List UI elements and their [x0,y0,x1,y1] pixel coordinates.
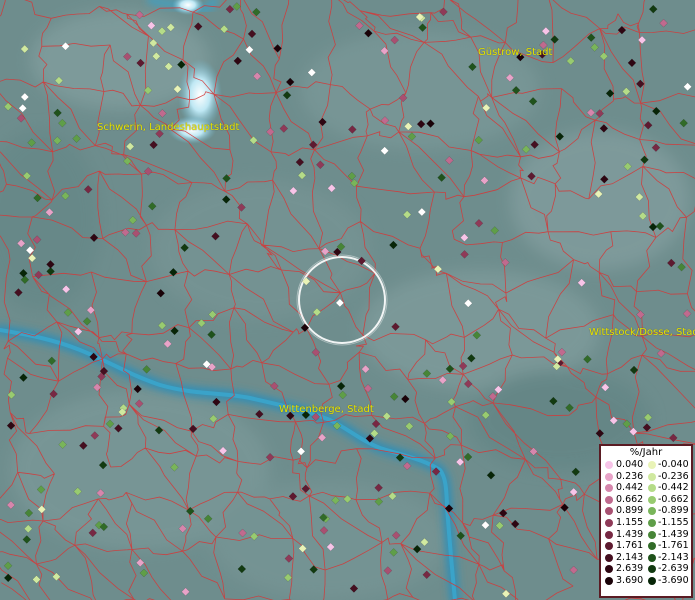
legend-value: -0.662 [658,493,689,505]
legend-row: 1.155 -1.155 [601,517,691,529]
legend-value: 2.639 [616,563,644,575]
map-view[interactable]: Güstrow, Stadt Schwerin, Landeshauptstad… [0,0,695,600]
legend-swatch [605,484,613,493]
legend-row: 3.690 -3.690 [601,575,691,587]
legend-row: 0.040 -0.040 [601,459,691,471]
city-label-wittstock: Wittstock/Dosse, Stadt [589,327,695,338]
legend-value: 0.236 [616,470,644,482]
legend-row: 0.236 -0.236 [601,471,691,483]
city-label-schwerin: Schwerin, Landeshauptstadt [97,122,240,133]
legend-value: -2.143 [658,551,689,563]
legend-swatch [605,542,613,551]
legend-swatch [605,472,613,481]
legend-swatch [648,530,656,539]
legend-row: 2.143 -2.143 [601,552,691,564]
legend-value: 0.662 [616,493,644,505]
legend-swatch [648,461,656,469]
legend-swatch [605,530,613,539]
city-label-wittenberge: Wittenberge, Stadt [279,404,374,415]
legend-row: 1.761 -1.761 [601,540,691,552]
legend-swatch [605,576,613,585]
map-legend: %/Jahr 0.040 -0.040 0.236 -0.236 0.442 -0.442… [599,444,693,598]
legend-value: 0.040 [616,459,644,470]
legend-value: -0.442 [658,482,689,494]
legend-row: 2.639 -2.639 [601,563,691,575]
legend-row: 0.899 -0.899 [601,505,691,517]
legend-swatch [648,542,656,551]
legend-swatch [648,518,656,527]
legend-swatch [648,553,656,562]
city-label-guestrow: Güstrow, Stadt [478,47,553,58]
map-canvas[interactable] [0,0,695,600]
legend-value: -0.236 [658,470,689,482]
legend-swatch [605,565,613,574]
legend-value: 1.761 [616,540,644,552]
legend-row: 0.442 -0.442 [601,482,691,494]
legend-value: 3.690 [616,574,644,586]
legend-value: 2.143 [616,551,644,563]
legend-swatch [648,484,656,493]
legend-swatch [648,565,656,574]
legend-swatch [605,518,613,527]
legend-swatch [605,507,613,516]
legend-swatch [648,507,656,516]
legend-swatch [648,495,656,504]
legend-value: -1.761 [658,540,689,552]
legend-value: -3.690 [658,574,689,586]
legend-value: 1.155 [616,516,644,528]
legend-swatch [605,553,613,562]
legend-value: -1.439 [658,528,689,540]
legend-swatch [648,472,656,481]
legend-row: 0.662 -0.662 [601,494,691,506]
legend-row: 1.439 -1.439 [601,529,691,541]
legend-rows: 0.040 -0.040 0.236 -0.236 0.442 -0.442 0.662 -0… [601,459,691,587]
legend-value: -0.040 [658,459,689,470]
legend-value: 1.439 [616,528,644,540]
legend-value: -2.639 [658,563,689,575]
legend-value: 0.442 [616,482,644,494]
legend-swatch [605,495,613,504]
legend-value: -0.899 [658,505,689,517]
legend-swatch [605,461,613,469]
legend-title: %/Jahr [629,447,663,458]
legend-swatch [648,576,656,585]
legend-value: -1.155 [658,516,689,528]
legend-value: 0.899 [616,505,644,517]
